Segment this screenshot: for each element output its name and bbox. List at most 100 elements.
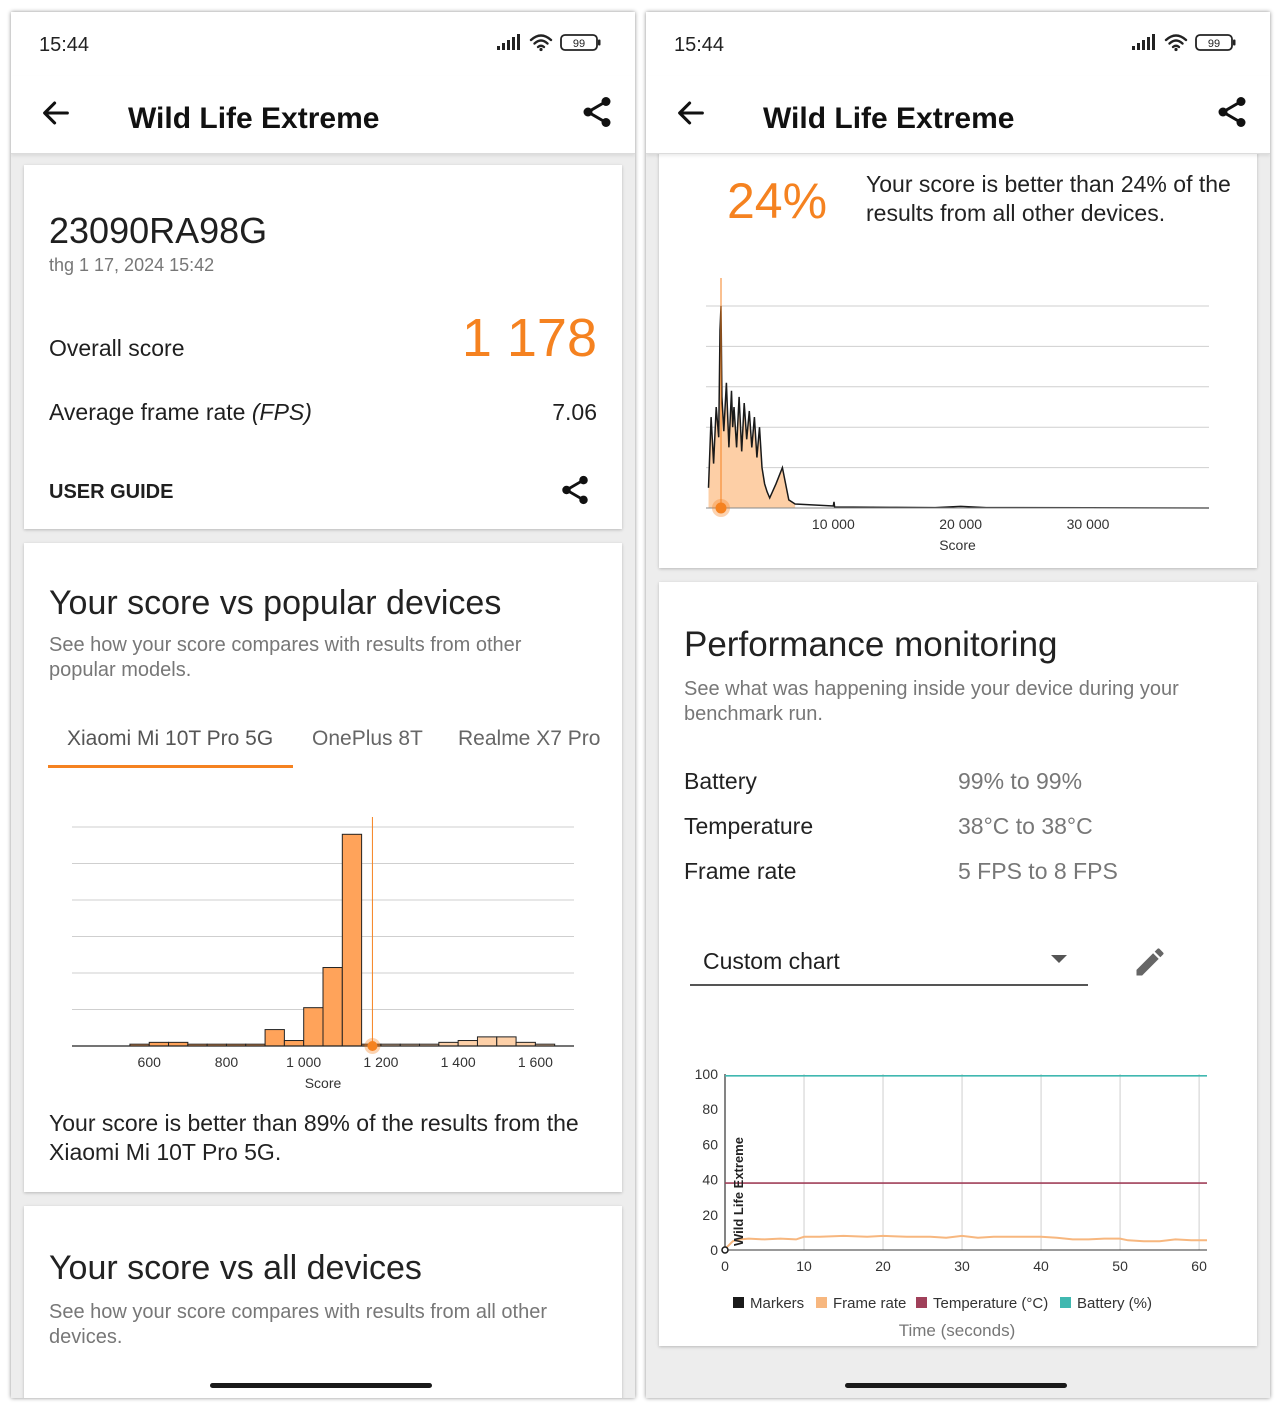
x-tick-label: 1 400	[441, 1054, 476, 1070]
x-tick-label: 10 000	[812, 516, 855, 532]
status-icons: 99	[495, 32, 605, 59]
chart-type-dropdown[interactable]: Custom chart	[690, 922, 1088, 986]
histogram-bar	[264, 1029, 285, 1047]
share-icon[interactable]	[579, 94, 615, 130]
user-guide-link[interactable]: USER GUIDE	[49, 481, 173, 504]
all-devices-title: Your score vs all devices	[49, 1249, 422, 1287]
x-tick-label: 1 600	[518, 1054, 553, 1070]
x-tick-label: 1 000	[286, 1054, 321, 1070]
performance-description: See what was happening inside your devic…	[684, 678, 1179, 725]
all-devices-percent: 24%	[727, 173, 828, 229]
tab-xiaomi-mi-10t-pro[interactable]: Xiaomi Mi 10T Pro 5G	[67, 727, 273, 751]
x-axis-title: Time (seconds)	[899, 1321, 1016, 1340]
histogram-bar	[476, 1036, 498, 1047]
legend-label: Temperature (°C)	[933, 1295, 1048, 1312]
legend-swatch	[1060, 1297, 1071, 1308]
x-tick-label: 30	[954, 1258, 970, 1274]
legend-swatch	[816, 1297, 827, 1308]
result-card: 23090RA98G thg 1 17, 2024 15:42 Overall …	[24, 165, 622, 529]
frame-rate-label: Frame rate	[684, 858, 797, 884]
temperature-label: Temperature	[684, 813, 814, 839]
x-tick-label: 600	[138, 1054, 162, 1070]
back-arrow-icon[interactable]	[39, 96, 73, 130]
popular-summary: Your score is better than 89% of the res…	[49, 1110, 579, 1165]
home-indicator	[845, 1383, 1067, 1388]
x-tick-label: 800	[215, 1054, 239, 1070]
all-devices-score-distribution: 10 000 20 000 30 000 Score	[706, 278, 1210, 553]
x-tick-label: 0	[721, 1258, 729, 1274]
overall-score-value: 1 178	[461, 308, 597, 368]
app-title: Wild Life Extreme	[763, 102, 1015, 135]
y-tick-label: 20	[702, 1207, 718, 1223]
fps-label: Average frame rate (FPS)	[49, 399, 312, 426]
x-tick-label: 60	[1191, 1258, 1207, 1274]
all-devices-description: See how your score compares with results…	[49, 1301, 547, 1348]
histogram-bar	[341, 833, 363, 1047]
battery-level: 99	[573, 38, 585, 50]
all-devices-card: Your score vs all devices See how your s…	[24, 1206, 622, 1398]
x-tick-label: 1 200	[363, 1054, 398, 1070]
x-tick-label: 10	[796, 1258, 812, 1274]
share-result-icon[interactable]	[558, 473, 592, 507]
histogram-bar	[496, 1036, 517, 1047]
phone-screen-right: 15:44 99 Wild Life Extreme 24% Your scor…	[646, 12, 1270, 1398]
marker-point	[721, 1246, 729, 1254]
overall-score-label: Overall score	[49, 335, 185, 361]
your-score-marker	[715, 502, 727, 514]
x-axis-title: Score	[305, 1075, 342, 1091]
status-icons: 99	[1130, 32, 1240, 59]
app-title: Wild Life Extreme	[128, 102, 380, 135]
y-tick-label: 80	[702, 1101, 718, 1117]
battery-icon: 99	[560, 34, 601, 51]
your-score-marker	[367, 1041, 378, 1051]
battery-level: 99	[1208, 38, 1220, 50]
x-tick-label: 20	[875, 1258, 891, 1274]
histogram-bar	[322, 967, 343, 1047]
fps-value: 7.06	[552, 399, 597, 425]
frame-rate-value: 5 FPS to 8 FPS	[958, 858, 1118, 884]
popular-title: Your score vs popular devices	[49, 584, 502, 622]
legend-label: Battery (%)	[1077, 1295, 1152, 1312]
popular-description: See how your score compares with results…	[49, 634, 522, 681]
back-arrow-icon[interactable]	[674, 96, 708, 130]
histogram-bar	[457, 1040, 478, 1047]
histogram-bar	[283, 1040, 305, 1047]
legend-label: Markers	[750, 1295, 804, 1312]
status-bar: 15:44 99	[646, 12, 1270, 76]
battery-label: Battery	[684, 768, 757, 794]
status-time: 15:44	[674, 34, 725, 56]
tab-realme-x7-pro[interactable]: Realme X7 Pro	[458, 727, 600, 751]
histogram-bar	[303, 1007, 324, 1047]
app-bar: Wild Life Extreme	[646, 76, 1270, 154]
y-tick-label: 60	[702, 1136, 718, 1152]
performance-card: Performance monitoring See what was happ…	[659, 582, 1257, 1346]
y-tick-label: 100	[695, 1066, 719, 1082]
active-tab-indicator	[48, 765, 293, 768]
all-devices-summary: Your score is better than 24% of the res…	[866, 171, 1231, 226]
x-tick-label: 50	[1112, 1258, 1128, 1274]
app-bar: Wild Life Extreme	[11, 76, 635, 154]
legend-swatch	[733, 1297, 744, 1308]
popular-score-histogram: 600 800 1 000 1 200 1 400 1 600 Score	[72, 817, 574, 1091]
dropdown-arrow-icon	[1051, 955, 1067, 963]
y-tick-label: 0	[710, 1242, 718, 1258]
battery-icon: 99	[1195, 34, 1236, 51]
x-tick-label: 40	[1033, 1258, 1049, 1274]
y-tick-label: 40	[702, 1172, 718, 1188]
performance-title: Performance monitoring	[684, 625, 1058, 664]
result-date: thg 1 17, 2024 15:42	[49, 255, 215, 275]
signal-icon	[497, 34, 520, 50]
share-icon[interactable]	[1214, 94, 1250, 130]
legend-label: Frame rate	[833, 1295, 906, 1312]
legend-swatch	[916, 1297, 927, 1308]
temperature-value: 38°C to 38°C	[958, 813, 1093, 839]
series-line	[724, 1234, 1207, 1250]
edit-pencil-icon[interactable]	[1132, 944, 1168, 980]
wifi-icon	[529, 34, 553, 52]
tab-oneplus-8t[interactable]: OnePlus 8T	[312, 727, 423, 751]
performance-monitoring-chart: 0 10 20 30 40 50 60 0 20 40 60 80 100 Wild Life Extre…	[695, 1066, 1207, 1340]
fps-label-text: Average frame rate	[49, 399, 246, 425]
phone-screen-left: 15:44 99 Wild Life Extreme 23090RA98G th…	[11, 12, 635, 1398]
x-axis-title: Score	[939, 537, 976, 553]
status-bar: 15:44 99	[11, 12, 635, 76]
